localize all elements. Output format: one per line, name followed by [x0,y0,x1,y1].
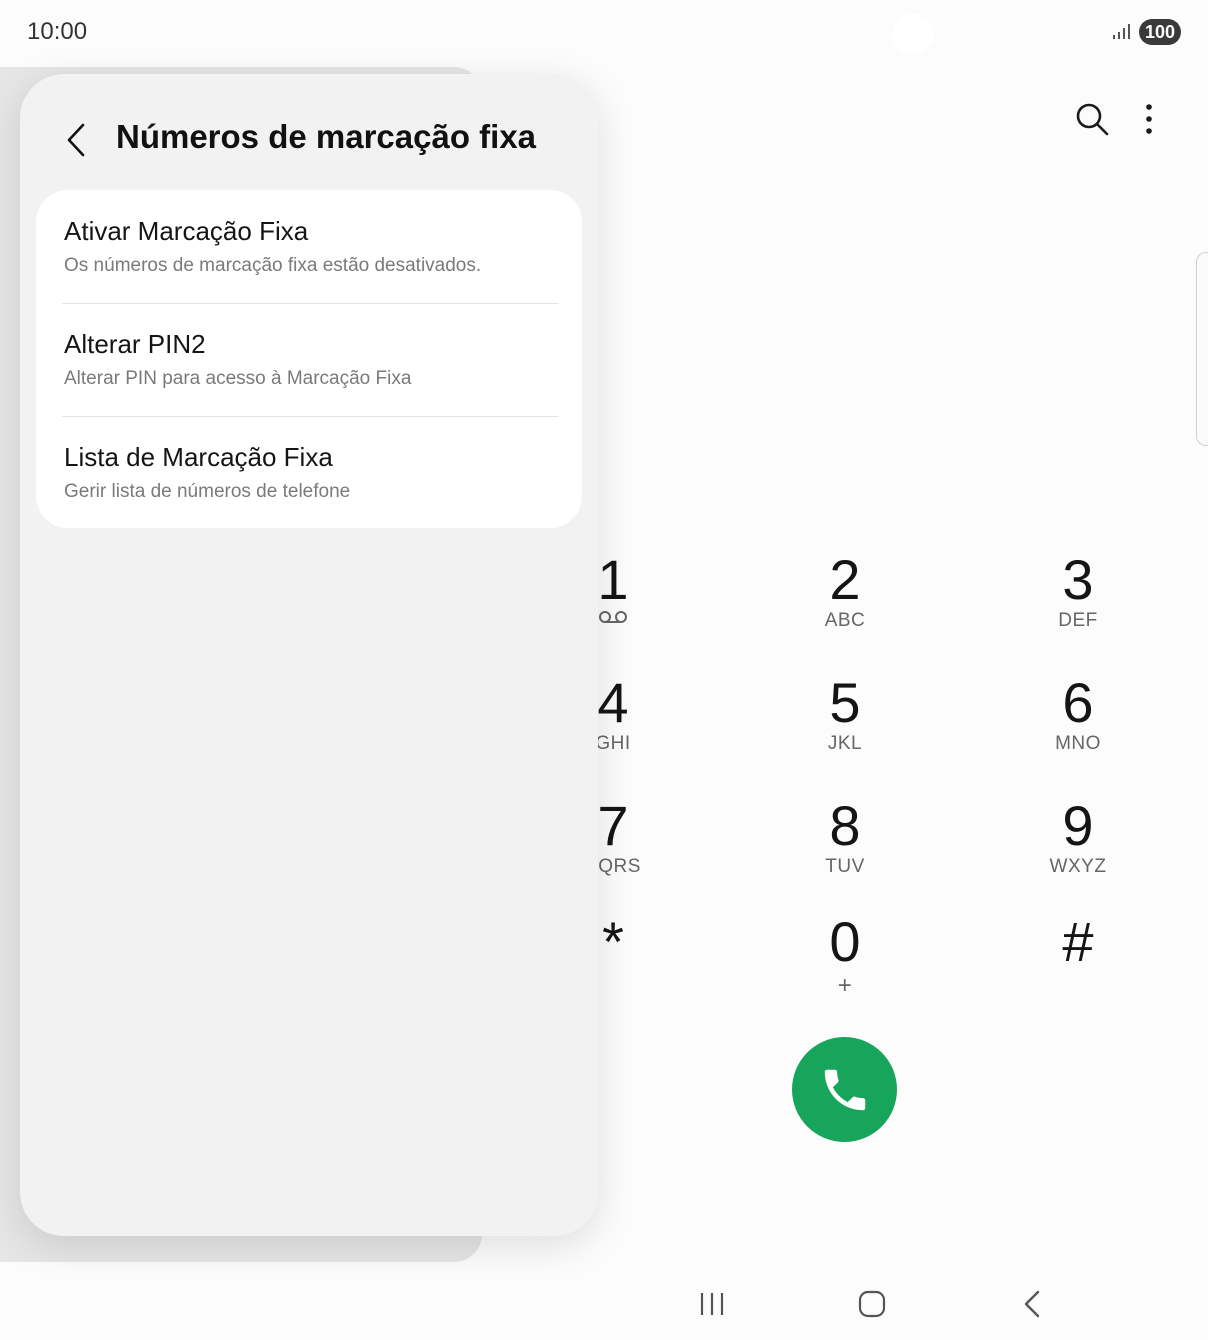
dial-key-8[interactable]: 8 TUV [785,798,905,878]
page-title: Números de marcação fixa [116,118,537,155]
signal-icon [1113,24,1130,39]
setting-title: Alterar PIN2 [64,329,206,359]
more-options-icon[interactable] [1136,100,1162,138]
settings-card: Ativar Marcação Fixa Os números de marca… [36,190,582,528]
setting-subtitle: Gerir lista de números de telefone [64,481,351,502]
dial-key-2[interactable]: 2 ABC [785,552,905,632]
dial-key-9[interactable]: 9 WXYZ [1018,798,1138,878]
battery-indicator: 100 [1139,19,1181,45]
dial-key-digit: 0 [829,910,861,973]
search-icon[interactable] [1074,101,1110,137]
dial-key-letters: WXYZ [1049,856,1107,877]
dial-key-digit: # [1062,910,1094,973]
dial-key-digit: 6 [1062,671,1094,734]
status-time: 10:00 [27,18,88,45]
dial-key-5[interactable]: 5 JKL [785,675,905,755]
dial-key-hash[interactable]: # [1018,914,1138,970]
dial-key-letters: TUV [825,856,865,877]
setting-enable-fdn[interactable]: Ativar Marcação Fixa Os números de marca… [64,190,564,303]
phone-icon [824,1069,865,1110]
dial-key-3[interactable]: 3 DEF [1018,552,1138,632]
recents-icon[interactable] [692,1286,732,1322]
dial-key-letters: DEF [1058,610,1098,631]
dial-key-0[interactable]: 0 + [785,914,905,1000]
dial-key-digit: 3 [1062,548,1094,611]
setting-title: Ativar Marcação Fixa [64,216,309,246]
chevron-left-icon[interactable] [62,120,92,160]
dial-key-digit: 5 [829,671,861,734]
dial-key-letters: ABC [824,610,866,631]
edge-panel-handle[interactable] [1196,252,1208,446]
setting-change-pin2[interactable]: Alterar PIN2 Alterar PIN para acesso à M… [64,303,564,416]
fdn-settings-panel: Números de marcação fixa Ativar Marcação… [20,74,598,1236]
dial-key-letters: JKL [827,733,863,754]
camera-cutout [892,14,934,54]
setting-fdn-list[interactable]: Lista de Marcação Fixa Gerir lista de nú… [64,416,564,529]
dial-key-digit: 8 [829,794,861,857]
dial-key-digit: 2 [829,548,861,611]
back-icon[interactable] [1012,1286,1052,1322]
setting-subtitle: Os números de marcação fixa estão desati… [64,255,482,276]
home-icon[interactable] [852,1286,892,1322]
dial-key-letters: + [837,972,853,999]
dial-key-letters: MNO [1055,733,1101,754]
call-button[interactable] [792,1037,897,1142]
setting-subtitle: Alterar PIN para acesso à Marcação Fixa [64,368,412,389]
dial-key-digit: 9 [1062,794,1094,857]
voicemail-icon [599,611,627,623]
dial-key-6[interactable]: 6 MNO [1018,675,1138,755]
setting-title: Lista de Marcação Fixa [64,442,333,472]
